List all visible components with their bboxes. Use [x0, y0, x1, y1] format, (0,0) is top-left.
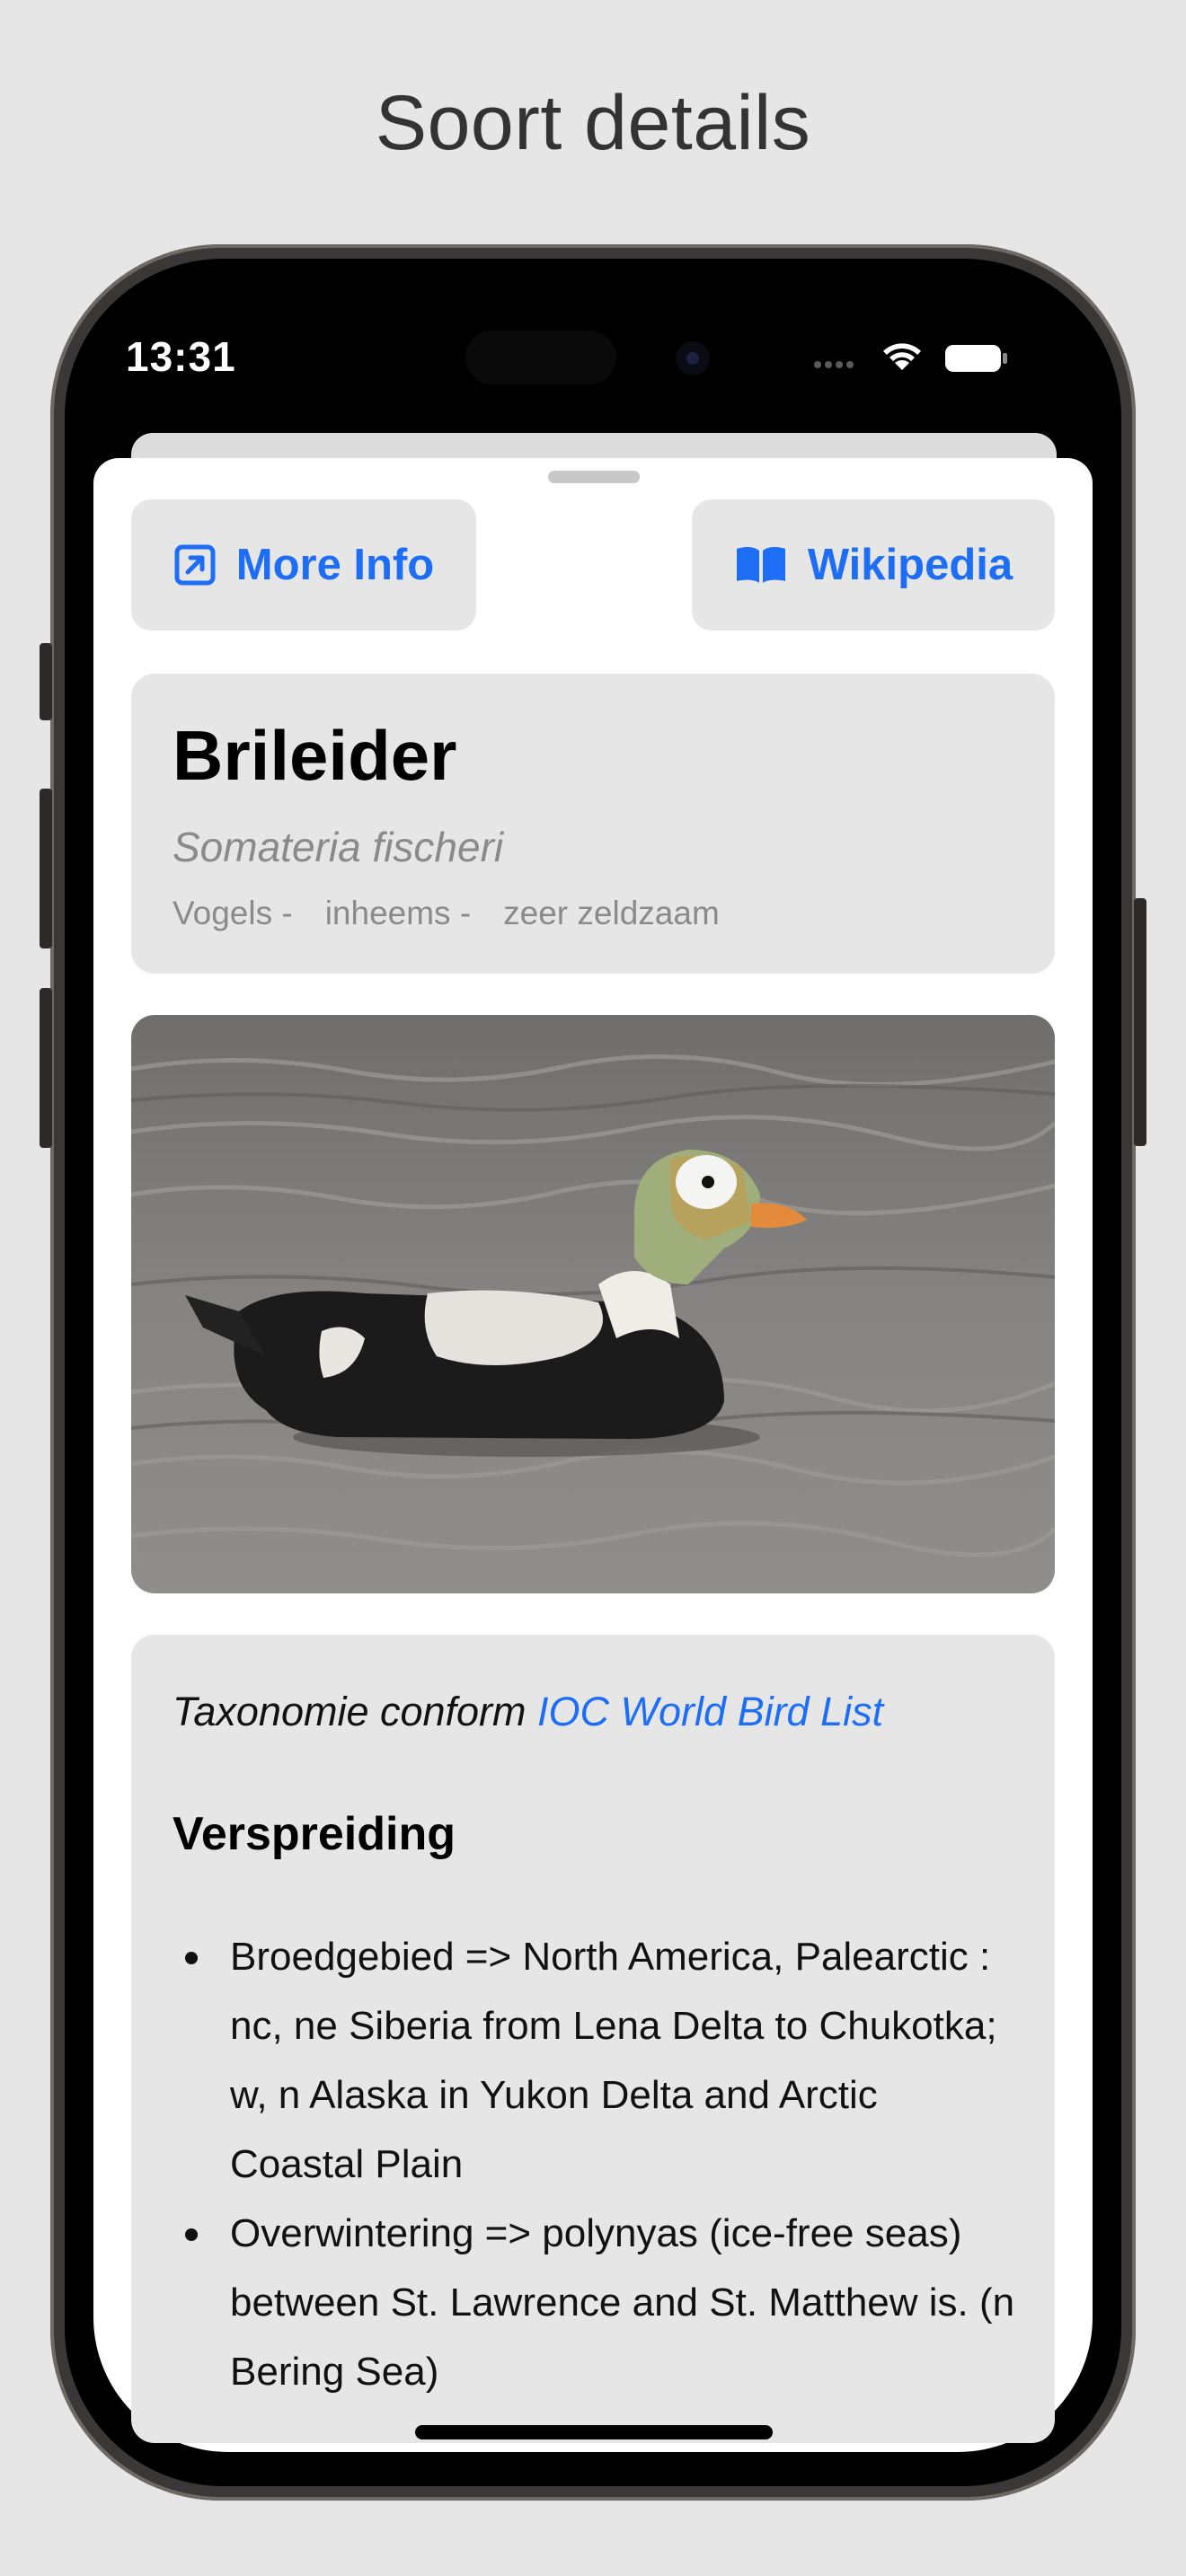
tag-status: inheems -: [324, 895, 472, 931]
volume-up-button: [40, 789, 52, 948]
home-indicator[interactable]: [415, 2425, 773, 2439]
wikipedia-label: Wikipedia: [807, 541, 1013, 589]
more-info-button[interactable]: More Info: [131, 499, 476, 631]
status-time: 13:31: [126, 333, 236, 380]
scientific-name: Somateria fischeri: [173, 824, 504, 870]
species-tags: Vogels - inheems - zeer zeldzaam: [173, 895, 720, 932]
battery-icon: [945, 345, 1007, 372]
book-icon: [734, 543, 788, 587]
more-info-label: More Info: [235, 541, 435, 589]
wifi-icon: [883, 343, 921, 370]
wikipedia-button[interactable]: Wikipedia: [692, 499, 1055, 631]
tag-rarity: zeer zeldzaam: [503, 895, 720, 931]
signal-dots-icon: [814, 361, 854, 368]
ioc-world-bird-list-link[interactable]: IOC World Bird List: [537, 1689, 883, 1734]
species-photo: [131, 1015, 1055, 1593]
camera-icon: [676, 341, 710, 375]
dynamic-island: [465, 331, 616, 384]
distribution-list: Broedgebied => North America, Palearctic…: [185, 1922, 1021, 2406]
external-link-icon: [173, 543, 217, 587]
species-name: Brileider: [173, 716, 457, 795]
volume-down-button: [40, 988, 52, 1148]
sheet-grabber[interactable]: [548, 471, 640, 483]
tag-group: Vogels -: [173, 895, 293, 931]
taxonomy-line: Taxonomie conform IOC World Bird List: [173, 1689, 883, 1735]
page-title: Soort details: [375, 80, 811, 166]
taxonomy-prefix: Taxonomie conform: [173, 1689, 527, 1734]
status-indicators: [809, 338, 1015, 377]
distribution-item: Broedgebied => North America, Palearctic…: [185, 1922, 1021, 2199]
power-button: [1134, 898, 1146, 1146]
distribution-item: Overwintering => polynyas (ice-free seas…: [185, 2199, 1021, 2406]
mute-switch: [40, 643, 52, 720]
section-title-distribution: Verspreiding: [173, 1808, 456, 1860]
